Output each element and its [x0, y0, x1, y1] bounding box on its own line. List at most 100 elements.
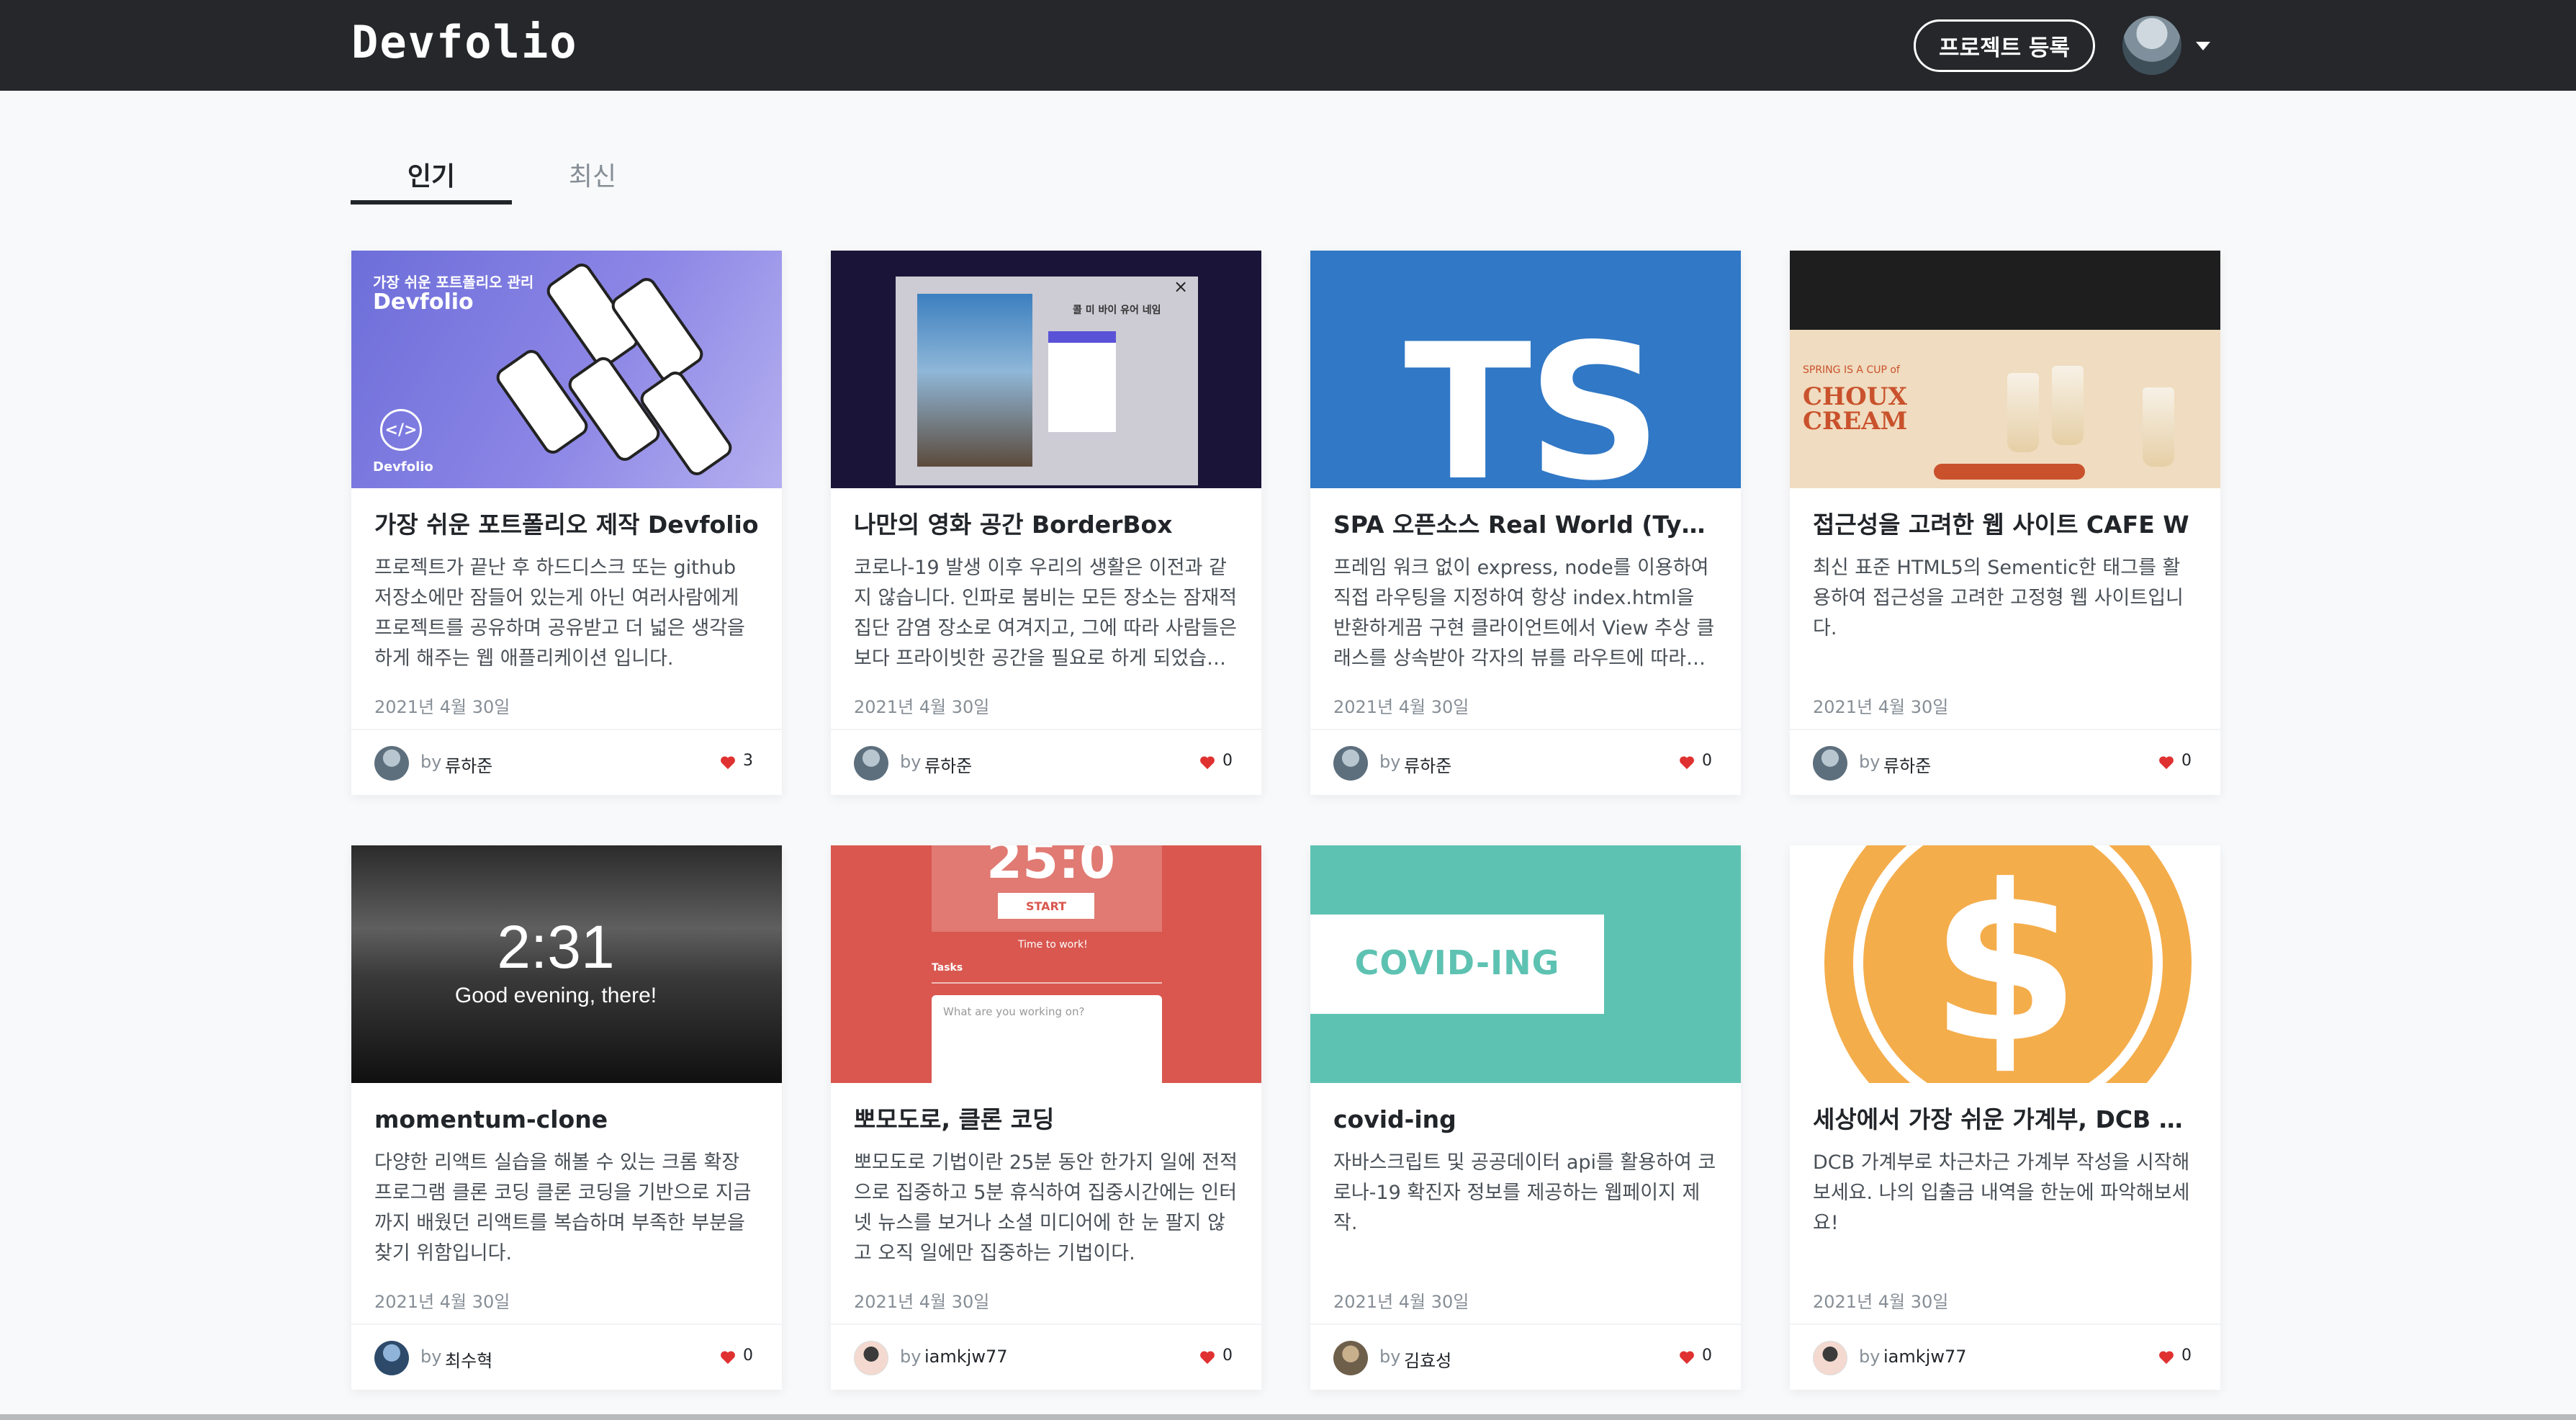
phone-mockup: [492, 346, 592, 458]
by-label: by: [900, 752, 922, 772]
card-date: 2021년 4월 30일: [374, 697, 510, 717]
by-label: by: [1859, 752, 1881, 772]
thumbnail-text: CHOUX CREAM: [1803, 382, 1908, 436]
author-name[interactable]: iamkjw77: [1883, 1347, 1967, 1367]
movie-poster: [917, 294, 1032, 467]
card-description: 다양한 리액트 실습을 해볼 수 있는 크롬 확장 프로그램 클론 코딩 클론 …: [374, 1151, 752, 1264]
heart-icon[interactable]: [2158, 1349, 2174, 1365]
card-title: 세상에서 가장 쉬운 가계부, DCB 머니: [1813, 1105, 2197, 1133]
card-description: 자바스크립트 및 공공데이터 api를 활용하여 코로나-19 확진자 정보를 …: [1333, 1151, 1716, 1234]
author-name[interactable]: 류하준: [924, 752, 972, 777]
card-title: covid-ing: [1333, 1105, 1456, 1133]
thumbnail-text: START: [998, 893, 1094, 919]
card-description: 최신 표준 HTML5의 Sementic한 태그를 활용하여 접근성을 고려한…: [1813, 557, 2184, 639]
drink-image: [2052, 366, 2084, 445]
card-date: 2021년 4월 30일: [1333, 697, 1469, 717]
calendar-widget: [1048, 331, 1116, 432]
card-description: 뽀모도로 기법이란 25분 동안 한가지 일에 전적으로 집중하고 5분 휴식하…: [854, 1151, 1238, 1264]
card-description: 코로나-19 발생 이후 우리의 생활은 이전과 같지 않습니다. 인파로 붐비…: [854, 557, 1238, 670]
project-card[interactable]: 25:0 START Time to work! Tasks What are …: [831, 845, 1261, 1390]
heart-icon[interactable]: [1199, 1349, 1215, 1365]
tab-popular[interactable]: 인기: [351, 144, 512, 205]
project-card[interactable]: COVID-ING covid-ing 자바스크립트 및 공공데이터 api를 …: [1310, 845, 1741, 1390]
thumbnail-text: Devfolio: [373, 459, 433, 475]
thumbnail-text: Tasks: [932, 962, 963, 974]
logo[interactable]: Devfolio: [351, 17, 578, 68]
dollar-icon: $: [1929, 845, 2081, 1083]
card-footer: by 류하준 0: [1310, 729, 1741, 795]
project-card[interactable]: 가장 쉬운 포트폴리오 관리 Devfolio </> Devfolio 가장 …: [351, 251, 782, 795]
card-thumbnail: TS: [1310, 251, 1741, 488]
thumbnail-text: COVID-ING: [1354, 943, 1560, 982]
card-thumbnail: 콜 미 바이 유어 네임 ×: [831, 251, 1261, 488]
author-name[interactable]: 최수혁: [445, 1347, 492, 1372]
drink-image: [2143, 387, 2174, 467]
active-tab-indicator: [351, 200, 512, 205]
heart-icon[interactable]: [2158, 755, 2174, 770]
like-count: 0: [743, 1347, 753, 1365]
like-count: 3: [743, 752, 753, 770]
heart-icon[interactable]: [720, 755, 736, 770]
author-name[interactable]: 류하준: [1404, 752, 1451, 777]
user-avatar[interactable]: [2122, 16, 2181, 75]
card-thumbnail: 25:0 START Time to work! Tasks What are …: [831, 845, 1261, 1083]
close-icon: ×: [1174, 277, 1189, 297]
author-name[interactable]: 류하준: [445, 752, 492, 777]
author-name[interactable]: iamkjw77: [924, 1347, 1008, 1367]
card-thumbnail: 2:31 Good evening, there!: [351, 845, 782, 1083]
project-card[interactable]: 콜 미 바이 유어 네임 × 나만의 영화 공간 BorderBox 코로나-1…: [831, 251, 1261, 795]
card-date: 2021년 4월 30일: [854, 1292, 990, 1312]
card-footer: by 최수혁 0: [351, 1324, 782, 1390]
tab-latest[interactable]: 최신: [512, 144, 673, 205]
card-title: 뽀모도로, 클론 코딩: [854, 1105, 1055, 1133]
card-title: SPA 오픈소스 Real World (Typescript): [1333, 511, 1718, 539]
project-card[interactable]: $ 세상에서 가장 쉬운 가계부, DCB 머니 DCB 가계부로 차근차근 가…: [1790, 845, 2220, 1390]
project-card[interactable]: TS SPA 오픈소스 Real World (Typescript) 프레임 …: [1310, 251, 1741, 795]
like-count: 0: [1702, 1347, 1712, 1365]
project-card[interactable]: SPRING IS A CUP of CHOUX CREAM 접근성을 고려한 …: [1790, 251, 2220, 795]
author-name[interactable]: 김효성: [1404, 1347, 1451, 1372]
drink-image: [2007, 373, 2039, 452]
by-label: by: [1379, 1347, 1401, 1367]
author-avatar: [1333, 746, 1368, 781]
author-name[interactable]: 류하준: [1883, 752, 1931, 777]
card-description: 프로젝트가 끝난 후 하드디스크 또는 github 저장소에만 잠들어 있는게…: [374, 557, 745, 670]
thumbnail-text: What are you working on?: [943, 1005, 1085, 1018]
thumbnail-text: 콜 미 바이 유어 네임: [1073, 305, 1161, 316]
card-description: 프레임 워크 없이 express, node를 이용하여 직접 라우팅을 지정…: [1333, 557, 1715, 670]
window-bottom-edge: [0, 1414, 2576, 1420]
heart-icon[interactable]: [1679, 755, 1695, 770]
author-avatar: [1333, 1341, 1368, 1375]
by-label: by: [900, 1347, 922, 1367]
thumbnail-text: 2:31: [497, 913, 615, 981]
card-footer: by 김효성 0: [1310, 1324, 1741, 1390]
heart-icon[interactable]: [1199, 755, 1215, 770]
typescript-logo: TS: [1404, 305, 1662, 488]
register-project-button[interactable]: 프로젝트 등록: [1914, 19, 2095, 72]
author-avatar: [854, 1341, 888, 1375]
by-label: by: [420, 752, 442, 772]
heart-icon[interactable]: [720, 1349, 736, 1365]
author-avatar: [374, 746, 409, 781]
site-menu-bar: [1790, 251, 2220, 330]
author-avatar: [1813, 746, 1847, 781]
author-avatar: [374, 1341, 409, 1375]
heart-icon[interactable]: [1679, 1349, 1695, 1365]
code-icon: </>: [380, 409, 422, 451]
card-thumbnail: 가장 쉬운 포트폴리오 관리 Devfolio </> Devfolio: [351, 251, 782, 488]
author-avatar: [1813, 1341, 1847, 1375]
card-title: 접근성을 고려한 웹 사이트 CAFE W: [1813, 511, 2189, 539]
like-count: 0: [2181, 1347, 2192, 1365]
chevron-down-icon[interactable]: [2196, 42, 2210, 50]
thumbnail-text: Time to work!: [1018, 939, 1088, 951]
project-card[interactable]: 2:31 Good evening, there! momentum-clone…: [351, 845, 782, 1390]
card-title: momentum-clone: [374, 1105, 608, 1133]
author-avatar: [854, 746, 888, 781]
thumbnail-text: Devfolio: [373, 289, 474, 315]
card-date: 2021년 4월 30일: [854, 697, 990, 717]
card-thumbnail: SPRING IS A CUP of CHOUX CREAM: [1790, 251, 2220, 488]
card-description: DCB 가계부로 차근차근 가계부 작성을 시작해보세요. 나의 입출금 내역을…: [1813, 1151, 2190, 1234]
slider-bar: [1934, 464, 2085, 480]
like-count: 0: [1222, 1347, 1233, 1365]
card-title: 가장 쉬운 포트폴리오 제작 Devfolio: [374, 511, 759, 539]
